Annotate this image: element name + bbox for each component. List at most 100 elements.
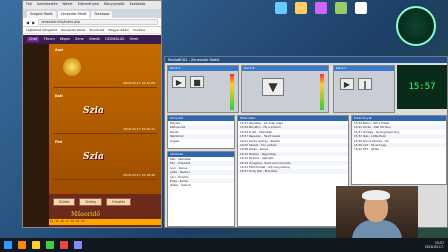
smiley-button[interactable]: Smiley	[79, 198, 103, 206]
bookmark[interactable]: Legtöbbet látogatott	[26, 28, 57, 32]
pause-button[interactable]: ‖	[358, 78, 372, 90]
post-author: Feri	[55, 140, 63, 144]
person-hair	[362, 190, 390, 200]
clock-display: 15:57	[397, 65, 447, 109]
history-row[interactable]: 15:22 KFT - Afrika	[352, 147, 446, 151]
taskbar-clock[interactable]: 15:57 2018.03.17.	[425, 241, 444, 249]
send-button[interactable]: Küldés	[53, 198, 76, 206]
nav-forum[interactable]: Fórum	[44, 37, 55, 42]
hour: 15	[55, 220, 59, 223]
desktop-icon[interactable]	[332, 2, 350, 26]
chat-feed: Anci 2018-03-17 15:32:08 Kati Szia 2018-…	[49, 44, 161, 194]
vu-meter	[230, 74, 234, 110]
start-icon[interactable]	[4, 241, 12, 249]
tab-3[interactable]: Facebook	[91, 11, 113, 18]
forward-icon[interactable]: ▶	[32, 20, 35, 25]
library-item[interactable]: Jinglek	[168, 139, 234, 143]
nav-dedication[interactable]: DEDIKÁLÁS	[105, 37, 124, 42]
vu-meter	[320, 74, 324, 110]
deck-b: Deck B ▼	[241, 65, 329, 113]
playlist-panel: Műsorlista 15:47 Zanzibar - Az ének erej…	[237, 115, 349, 227]
nav-news[interactable]: Hírek	[129, 37, 138, 42]
back-icon[interactable]: ◀	[26, 20, 29, 25]
smiley-icon	[63, 58, 81, 76]
post-text: Szia	[83, 106, 104, 116]
website-content: Chat Fórum Képek Zene Videók DEDIKÁLÁS H…	[23, 35, 161, 227]
app-icon	[275, 2, 287, 14]
menu-history[interactable]: Előzmények	[78, 2, 99, 8]
deck-c: Deck C ▶ ‖	[333, 65, 395, 113]
play-icon: ▶	[175, 78, 183, 87]
deck-label: Deck C	[334, 66, 394, 71]
hour: 20	[81, 220, 85, 223]
chat-post: Feri Szia 2018-03-17 15:28:40	[53, 138, 157, 180]
menu-edit[interactable]: Szerkesztés	[37, 2, 58, 8]
bookmark[interactable]: Zenesztár Rádió	[61, 28, 85, 32]
hour: 16	[60, 220, 64, 223]
playlist-row[interactable]: 16:27 Dolly Roll - Eldorádó	[238, 169, 348, 174]
url-bar: ◀ ▶ zeneszter.info/index.php	[23, 18, 161, 27]
webcam-overlay	[336, 186, 418, 242]
nav-chat[interactable]: Chat	[27, 37, 39, 42]
tab-1[interactable]: Szegedi Rádió	[27, 11, 56, 18]
menu-bookmarks[interactable]: Könyvjelzők	[104, 2, 125, 8]
app-icon	[295, 2, 307, 14]
desktop-icon[interactable]	[292, 2, 310, 26]
window-title: RadioBOSS - Zenesztár Rádió	[165, 57, 447, 63]
play-icon: ▼	[268, 80, 278, 94]
history-panel: Előzmények 15:44 Bikini - Ezt a földet 1…	[351, 115, 447, 185]
address-input[interactable]: zeneszter.info/index.php	[38, 19, 158, 25]
menu-tools[interactable]: Eszközök	[130, 2, 146, 8]
library-panel: Könyvtár Playlist Kedvencek Zenék Reklám…	[167, 115, 235, 149]
desktop-icon[interactable]	[352, 2, 370, 26]
stop-icon: ■	[193, 78, 201, 87]
post-time: 2018-03-17 15:32:08	[123, 81, 155, 85]
play-button[interactable]: ▶	[340, 78, 354, 90]
post-time: 2018-03-17 15:28:40	[123, 173, 155, 177]
nav-music[interactable]: Zene	[75, 37, 84, 42]
refresh-button[interactable]: Frissítés	[106, 198, 132, 206]
post-text: Szia	[83, 152, 104, 162]
bookmark[interactable]: YouTube	[133, 28, 145, 32]
bookmark[interactable]: Shoutcast	[89, 28, 104, 32]
app-icon	[355, 2, 367, 14]
tab-2[interactable]: Zenesztár Rádió	[57, 11, 90, 18]
desktop-icon[interactable]	[312, 2, 330, 26]
app-icon	[315, 2, 327, 14]
queue-item[interactable]: Gábor - Szandi	[168, 183, 234, 187]
menu-file[interactable]: Fájl	[26, 2, 32, 8]
play-button[interactable]: ▶	[172, 76, 186, 88]
tab-strip: Szegedi Rádió Zenesztár Rádió Facebook	[23, 9, 161, 18]
schedule-title: Műsoridő	[71, 211, 100, 218]
desktop-icon[interactable]	[272, 2, 290, 26]
nav-images[interactable]: Képek	[60, 37, 70, 42]
browser-menubar: Fájl Szerkesztés Nézet Előzmények Könyvj…	[23, 1, 161, 9]
play-button[interactable]: ▼	[262, 78, 284, 96]
post-author: Anci	[55, 48, 64, 52]
hour: 19	[75, 220, 80, 223]
clock-widget	[396, 6, 436, 46]
schedule-timeline: 14 15 16 17 18 19 20	[49, 219, 161, 225]
post-author: Kati	[55, 94, 63, 98]
chat-post: Anci 2018-03-17 15:32:08	[53, 46, 157, 88]
menu-view[interactable]: Nézet	[63, 2, 73, 8]
firefox-icon[interactable]	[18, 241, 26, 249]
deck-label: Deck A	[168, 66, 238, 71]
hour: 17	[65, 220, 69, 223]
bookmarks-bar: Legtöbbet látogatott Zenesztár Rádió Sho…	[23, 27, 161, 34]
app-icon[interactable]	[74, 241, 82, 249]
folder-icon[interactable]	[32, 241, 40, 249]
app-icon[interactable]	[60, 241, 68, 249]
stop-button[interactable]: ■	[190, 76, 204, 88]
hour: 18	[70, 220, 74, 223]
taskbar: 15:57 2018.03.17.	[0, 238, 448, 252]
deck-a: Deck A ▶ ■	[167, 65, 239, 113]
bookmark[interactable]: Magyar Rádió	[108, 28, 129, 32]
browser-window: Fájl Szerkesztés Nézet Előzmények Könyvj…	[22, 0, 162, 228]
pause-icon: ‖	[363, 80, 367, 89]
chat-buttons: Küldés Smiley Frissítés	[53, 198, 132, 206]
app-icon[interactable]	[46, 241, 54, 249]
nav-videos[interactable]: Videók	[89, 37, 100, 42]
hour: 14	[50, 220, 54, 223]
app-icon	[335, 2, 347, 14]
